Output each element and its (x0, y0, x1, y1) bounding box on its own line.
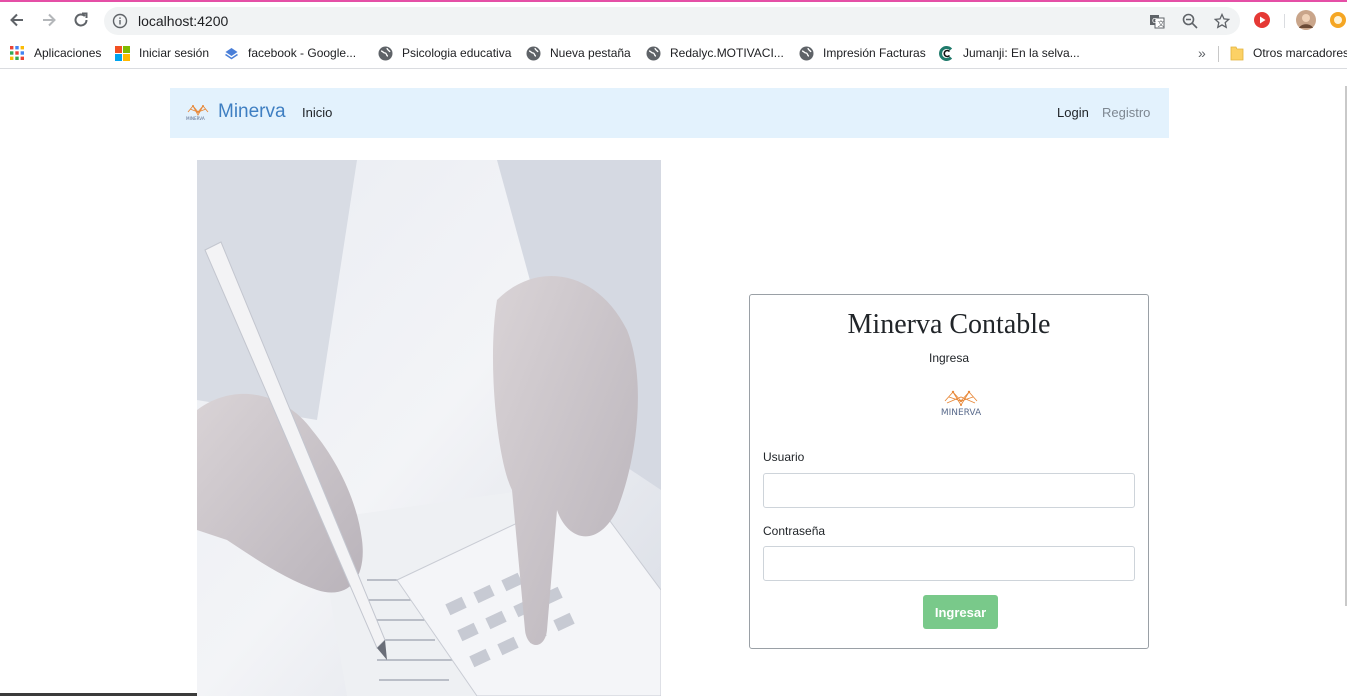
nav-login[interactable]: Login (1057, 105, 1089, 120)
apps-grid-icon (9, 45, 25, 61)
reload-button[interactable] (69, 8, 93, 32)
toolbar-divider (1284, 14, 1285, 28)
translate-button[interactable]: G文 (1147, 11, 1167, 31)
more-bookmarks-label: » (1198, 45, 1206, 61)
password-input[interactable] (763, 546, 1135, 581)
bookmark-item[interactable]: Nueva pestaña (525, 43, 631, 63)
extension-orange-button[interactable] (1328, 10, 1347, 30)
brand-name[interactable]: Minerva (218, 101, 286, 123)
arrow-left-icon (10, 13, 23, 27)
globe-icon (798, 45, 814, 61)
bookmark-label: Impresión Facturas (823, 46, 926, 60)
hands-calculator-illustration (197, 160, 661, 696)
username-label: Usuario (763, 450, 805, 464)
bookmarks-divider (1218, 46, 1219, 62)
logo-text: MINERVA (186, 116, 205, 121)
nav-inicio[interactable]: Inicio (302, 105, 332, 120)
reload-icon (74, 12, 88, 27)
blue-diamond-icon (223, 45, 239, 61)
bookmark-item[interactable]: Jumanji: En la selva... (938, 43, 1080, 63)
star-icon (1214, 13, 1230, 29)
avatar-icon (1296, 10, 1316, 30)
zoom-button[interactable] (1180, 11, 1200, 31)
arrow-right-icon (43, 13, 56, 27)
svg-text:文: 文 (1158, 19, 1165, 28)
profile-avatar[interactable] (1296, 10, 1316, 30)
bookmark-label: Aplicaciones (34, 46, 102, 60)
forward-button[interactable] (37, 8, 61, 32)
translate-icon: G文 (1150, 15, 1165, 29)
zoom-out-icon (1182, 13, 1198, 29)
url-text[interactable]: localhost:4200 (138, 13, 228, 29)
nav-registro[interactable]: Registro (1102, 105, 1150, 120)
password-label: Contraseña (763, 524, 826, 538)
bookmark-item[interactable]: Redalyc.MOTIVACI... (645, 43, 784, 63)
bookmark-label: Jumanji: En la selva... (963, 46, 1080, 60)
bookmark-label: Nueva pestaña (550, 46, 631, 60)
card-title: Minerva Contable (847, 309, 1051, 340)
globe-icon (525, 45, 541, 61)
browser-toolbar: localhost:4200 G文 (0, 2, 1347, 38)
globe-icon (377, 45, 393, 61)
bookmark-item[interactable]: facebook - Google... (223, 43, 356, 63)
minerva-logo-icon: MINERVA (186, 105, 209, 121)
app-navbar: MINERVA Minerva Inicio Login Registro (170, 88, 1169, 138)
bookmark-item[interactable]: Aplicaciones (9, 43, 101, 63)
bookmark-label: Iniciar sesión (139, 46, 210, 60)
bookmark-label: facebook - Google... (248, 46, 357, 60)
bookmark-star-button[interactable] (1212, 11, 1232, 31)
hero-image-calculator (197, 160, 661, 696)
address-bar[interactable]: localhost:4200 G文 (104, 7, 1240, 35)
logo-text: MINERVA (941, 408, 982, 417)
bookmark-item[interactable]: Psicologia educativa (377, 43, 511, 63)
microsoft-icon (114, 45, 130, 61)
back-button[interactable] (5, 8, 29, 32)
cinema-icon (938, 45, 954, 61)
other-bookmarks-folder[interactable]: Otros marcadores (1229, 43, 1347, 63)
bookmark-label: Redalyc.MOTIVACI... (670, 46, 784, 60)
bookmark-item[interactable]: Iniciar sesión (114, 43, 209, 63)
info-icon[interactable] (112, 13, 128, 29)
card-subtitle: Ingresa (928, 351, 970, 365)
login-card: Minerva Contable Ingresa MINERVA Usuario… (749, 294, 1149, 649)
ingresar-button[interactable]: Ingresar (923, 595, 998, 629)
extension-video-button[interactable] (1252, 10, 1272, 30)
bookmark-item[interactable]: Impresión Facturas (798, 43, 926, 63)
globe-icon (645, 45, 661, 61)
minerva-logo-icon: MINERVA (941, 390, 982, 417)
bookmarks-bar: Aplicaciones Iniciar sesión facebook - G… (0, 38, 1347, 69)
navbar-brand[interactable]: MINERVA Minerva (184, 101, 286, 123)
orange-badge-icon (1330, 12, 1346, 28)
other-bookmarks-label: Otros marcadores (1253, 46, 1347, 60)
more-bookmarks-button[interactable]: » (1198, 43, 1206, 63)
username-input[interactable] (763, 473, 1135, 508)
folder-icon (1229, 45, 1245, 61)
play-circle-icon (1254, 12, 1270, 28)
bookmark-label: Psicologia educativa (402, 46, 512, 60)
